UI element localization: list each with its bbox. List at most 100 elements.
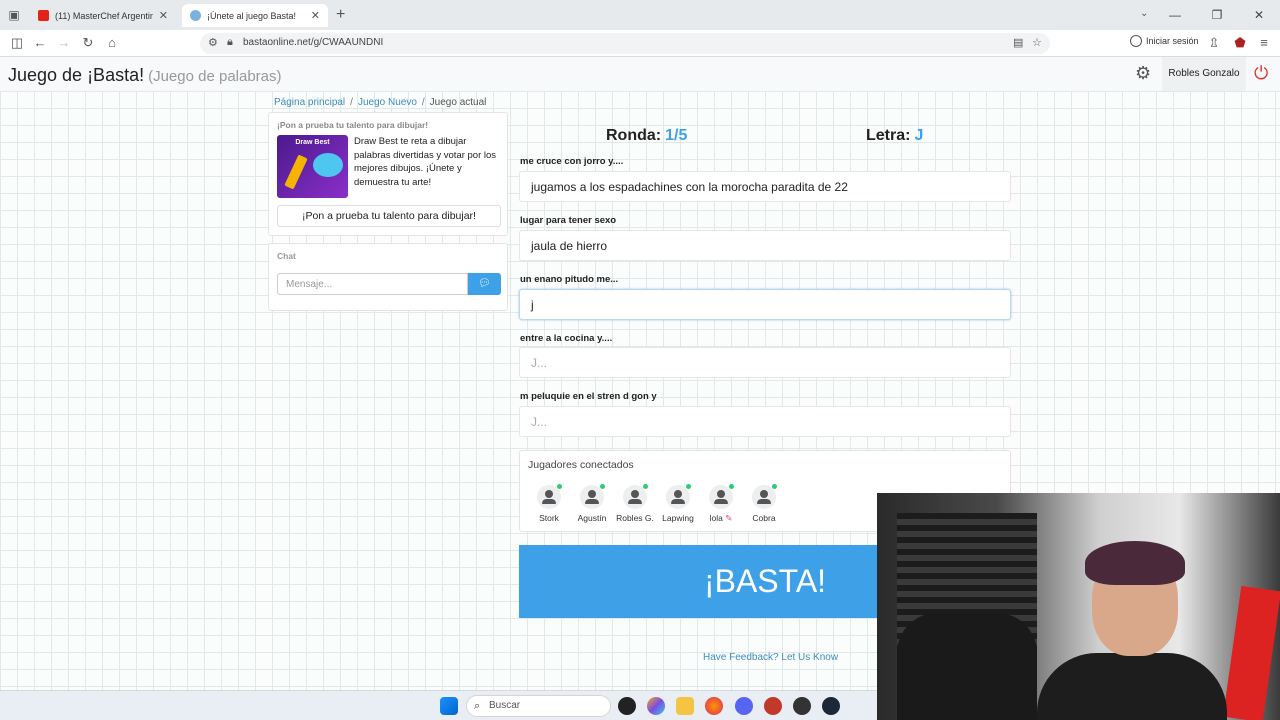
players-header: Jugadores conectados (528, 459, 634, 471)
windows-start-icon[interactable] (440, 697, 458, 715)
player-item[interactable]: Lapwing (658, 484, 698, 523)
person-hair (1085, 541, 1185, 585)
page-title: Juego de ¡Basta! (Juego de palabras) (8, 65, 282, 86)
chevron-down-icon[interactable]: ⌄ (1140, 8, 1148, 19)
extensions-icon[interactable]: ⇫ (1206, 35, 1222, 51)
field-input-4[interactable]: J... (519, 347, 1011, 378)
ublock-icon[interactable]: ⬟ (1232, 35, 1248, 51)
gear-icon[interactable]: ⚙ (1135, 63, 1151, 84)
webcam-overlay (877, 493, 1280, 720)
field-input-3[interactable]: j (519, 289, 1011, 320)
player-name: Stork (539, 513, 559, 523)
close-tab-icon[interactable]: ✕ (159, 9, 168, 22)
search-icon: ⌕ (474, 700, 481, 712)
windows-taskbar: ⌕ Buscar (0, 690, 877, 720)
site-title-text: Juego de ¡Basta! (8, 65, 145, 85)
breadcrumb-new-game-link[interactable]: Juego Nuevo (358, 97, 417, 108)
breadcrumb-home-link[interactable]: Página principal (274, 97, 345, 108)
player-name: Agustín (577, 513, 607, 523)
steam-icon[interactable] (822, 697, 840, 715)
back-icon[interactable]: ← (32, 35, 48, 51)
bookmark-star-icon[interactable]: ☆ (1032, 36, 1042, 49)
draw-best-image[interactable]: Draw Best (277, 135, 348, 198)
letter-indicator: Letra: J (866, 127, 923, 145)
online-status-icon (600, 484, 605, 489)
breadcrumb: Página principal / Juego Nuevo / Juego actua… (274, 97, 487, 108)
tab-masterchef[interactable]: (11) MasterChef Argentina - Yo ✕ (30, 4, 176, 27)
signin-button[interactable]: Iniciar sesión (1130, 35, 1199, 47)
field-input-2[interactable]: jaula de hierro (519, 230, 1011, 261)
app-red-icon[interactable] (764, 697, 782, 715)
pencil-icon (284, 154, 308, 190)
field-label-5: m peluquie en el stren d gon y (520, 391, 657, 402)
user-avatar-icon (580, 484, 605, 509)
player-name: Cobra (752, 513, 776, 523)
app-g-icon[interactable] (618, 697, 636, 715)
app-dark-icon[interactable] (793, 697, 811, 715)
reader-view-icon[interactable]: ▤ (1013, 36, 1023, 49)
chat-send-button[interactable]: 💬︎ (468, 273, 501, 295)
browser-tab-strip: ▣ (11) MasterChef Argentina - Yo ✕ ¡Únet… (0, 0, 1280, 30)
close-window-icon[interactable]: ✕ (1238, 0, 1280, 30)
url-text[interactable]: bastaonline.net/g/CWAAUNDNI (243, 37, 383, 48)
player-name: Lapwing (662, 513, 694, 523)
round-label: Ronda: (606, 127, 662, 144)
power-icon[interactable]: ⏻ (1254, 63, 1268, 84)
round-indicator: Ronda: 1/5 (606, 127, 687, 145)
user-avatar-icon (623, 484, 648, 509)
player-item[interactable]: Cobra (744, 484, 784, 523)
player-item[interactable]: lola ✎ (701, 484, 741, 524)
account-icon (1130, 35, 1142, 47)
site-header: Juego de ¡Basta! (Juego de palabras) ⚙ Ro… (0, 57, 1280, 91)
pencil-badge-icon: ✎ (725, 513, 733, 523)
chat-header: Chat (277, 251, 296, 261)
tab-basta[interactable]: ¡Únete al juego Basta! ✕ (182, 4, 328, 27)
tab-actions-icon[interactable]: ▣ (6, 7, 22, 23)
maximize-icon[interactable]: ❐ (1196, 0, 1238, 30)
promo-header: ¡Pon a prueba tu talento para dibujar! (277, 120, 429, 130)
close-tab-icon[interactable]: ✕ (311, 9, 320, 22)
menu-icon[interactable]: ≡ (1256, 35, 1272, 51)
gaming-chair (897, 613, 1037, 720)
taskbar-search-placeholder: Buscar (489, 700, 521, 711)
address-bar[interactable]: ⚙ 🔒︎ bastaonline.net/g/CWAAUNDNI ▤ ☆ (200, 33, 1050, 54)
discord-icon[interactable] (735, 697, 753, 715)
player-item[interactable]: Agustín (572, 484, 612, 523)
lock-icon: 🔒︎ (227, 36, 233, 48)
new-tab-icon[interactable]: + (336, 6, 345, 24)
player-item[interactable]: Robles G. (615, 484, 655, 523)
field-input-1[interactable]: jugamos a los espadachines con la moroch… (519, 171, 1011, 202)
breadcrumb-current: Juego actual (429, 97, 487, 108)
tab-title: (11) MasterChef Argentina - Yo (55, 10, 153, 21)
promo-image-title: Draw Best (295, 139, 330, 146)
site-subtitle: (Juego de palabras) (148, 68, 282, 85)
round-value: 1/5 (665, 127, 688, 144)
youtube-icon (38, 10, 49, 21)
file-explorer-icon[interactable] (676, 697, 694, 715)
taskbar-search[interactable]: ⌕ Buscar (466, 695, 611, 717)
promo-text: Draw Best te reta a dibujar palabras div… (354, 136, 497, 188)
player-item[interactable]: Stork (529, 484, 569, 523)
field-input-5[interactable]: J... (519, 406, 1011, 437)
minimize-icon[interactable]: — (1154, 0, 1196, 30)
chat-message-input[interactable]: Mensaje... (277, 273, 468, 295)
field-label-4: entre a la cocina y.... (520, 333, 613, 344)
signin-label: Iniciar sesión (1146, 36, 1199, 46)
reload-icon[interactable]: ↻ (80, 35, 96, 51)
home-icon[interactable]: ⌂ (104, 35, 120, 51)
site-info-icon[interactable]: ⚙ (208, 36, 218, 49)
forward-icon[interactable]: → (56, 35, 72, 51)
feedback-link[interactable]: Have Feedback? Let Us Know (703, 652, 838, 663)
online-status-icon (729, 484, 734, 489)
copilot-icon[interactable] (647, 697, 665, 715)
player-name-row: lola ✎ (701, 513, 741, 524)
field-label-1: me cruce con jorro y.... (520, 156, 624, 167)
letter-label: Letra: (866, 127, 911, 144)
sidebar-icon[interactable]: ◫ (9, 35, 25, 51)
user-name[interactable]: Robles Gonzalo (1162, 57, 1246, 91)
promo-panel: ¡Pon a prueba tu talento para dibujar! D… (268, 112, 508, 236)
promo-button[interactable]: ¡Pon a prueba tu talento para dibujar! (277, 205, 501, 227)
speech-bubble-icon: 💬︎ (478, 278, 491, 289)
firefox-icon[interactable] (705, 697, 723, 715)
field-label-2: lugar para tener sexo (520, 215, 617, 226)
